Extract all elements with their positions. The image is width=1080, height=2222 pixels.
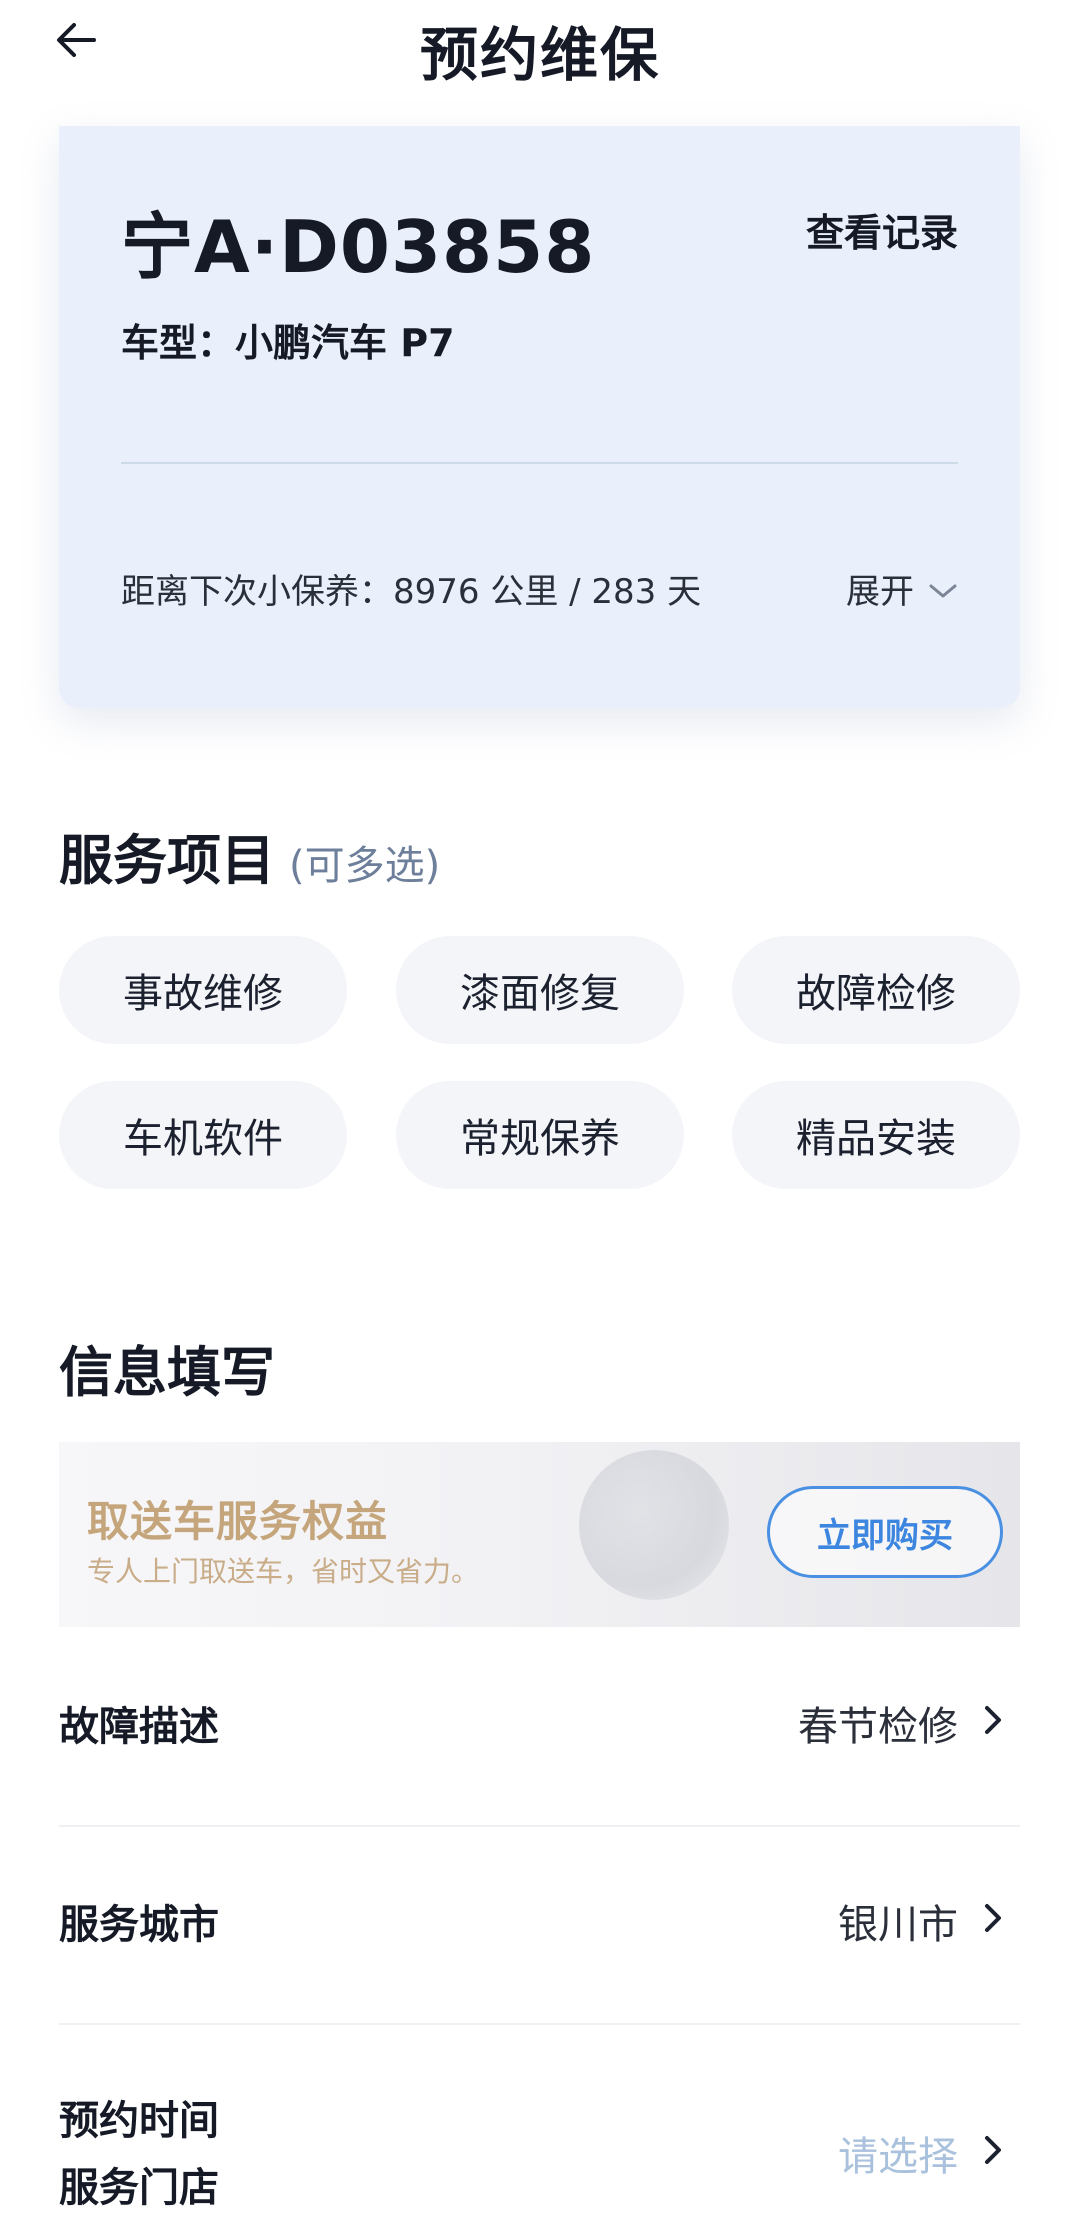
chevron-down-icon [928,569,958,609]
fault-description-value[interactable]: 春节检修 [798,1694,958,1752]
page-title: 预约维保 [419,21,660,89]
chevron-right-icon[interactable] [978,1696,1008,1744]
appointment-time-label: 预约时间 [59,2098,219,2144]
vehicle-card: 宁A·D03858 查看记录 车型：小鹏汽车 P7 距离下次小保养：8976 公… [59,126,1020,708]
vehicle-model: 车型：小鹏汽车 P7 [121,321,455,365]
service-section-title: 服务项目 (可多选) [59,816,440,895]
service-chip-accessory-install[interactable]: 精品安装 [732,1081,1020,1189]
service-chip-accident-repair[interactable]: 事故维修 [59,936,347,1044]
promo-subtitle: 专人上门取送车，省时又省力。 [87,1555,480,1588]
multi-select-hint: (可多选) [289,843,441,889]
chevron-right-icon[interactable] [978,2126,1008,2174]
pickup-service-banner: 取送车服务权益 专人上门取送车，省时又省力。 立即购买 [59,1442,1020,1627]
info-section-title: 信息填写 [59,1341,275,1404]
service-chip-routine-maintenance[interactable]: 常规保养 [396,1081,684,1189]
expand-label: 展开 [846,572,914,612]
service-chip-fault-inspection[interactable]: 故障检修 [732,936,1020,1044]
service-title: 服务项目 [59,829,275,892]
card-divider [121,462,958,464]
service-store-label: 服务门店 [59,2165,219,2211]
expand-button[interactable]: 展开 [846,564,958,613]
fault-description-label: 故障描述 [59,1704,219,1750]
service-chip-paint-repair[interactable]: 漆面修复 [396,936,684,1044]
promo-title: 取送车服务权益 [87,1497,389,1546]
license-plate: 宁A·D03858 [121,205,596,289]
service-city-value[interactable]: 银川市 [838,1892,958,1950]
car-key-image [579,1450,729,1600]
row-divider [59,2023,1020,2025]
service-city-label: 服务城市 [59,1902,219,1948]
buy-now-button[interactable]: 立即购买 [767,1486,1003,1578]
service-chip-infotainment-software[interactable]: 车机软件 [59,1081,347,1189]
chevron-right-icon[interactable] [978,1894,1008,1942]
next-service-info: 距离下次小保养：8976 公里 / 283 天 [121,572,702,612]
view-records-link[interactable]: 查看记录 [806,202,958,257]
row-divider [59,1825,1020,1827]
appointment-select-placeholder[interactable]: 请选择 [838,2124,958,2182]
